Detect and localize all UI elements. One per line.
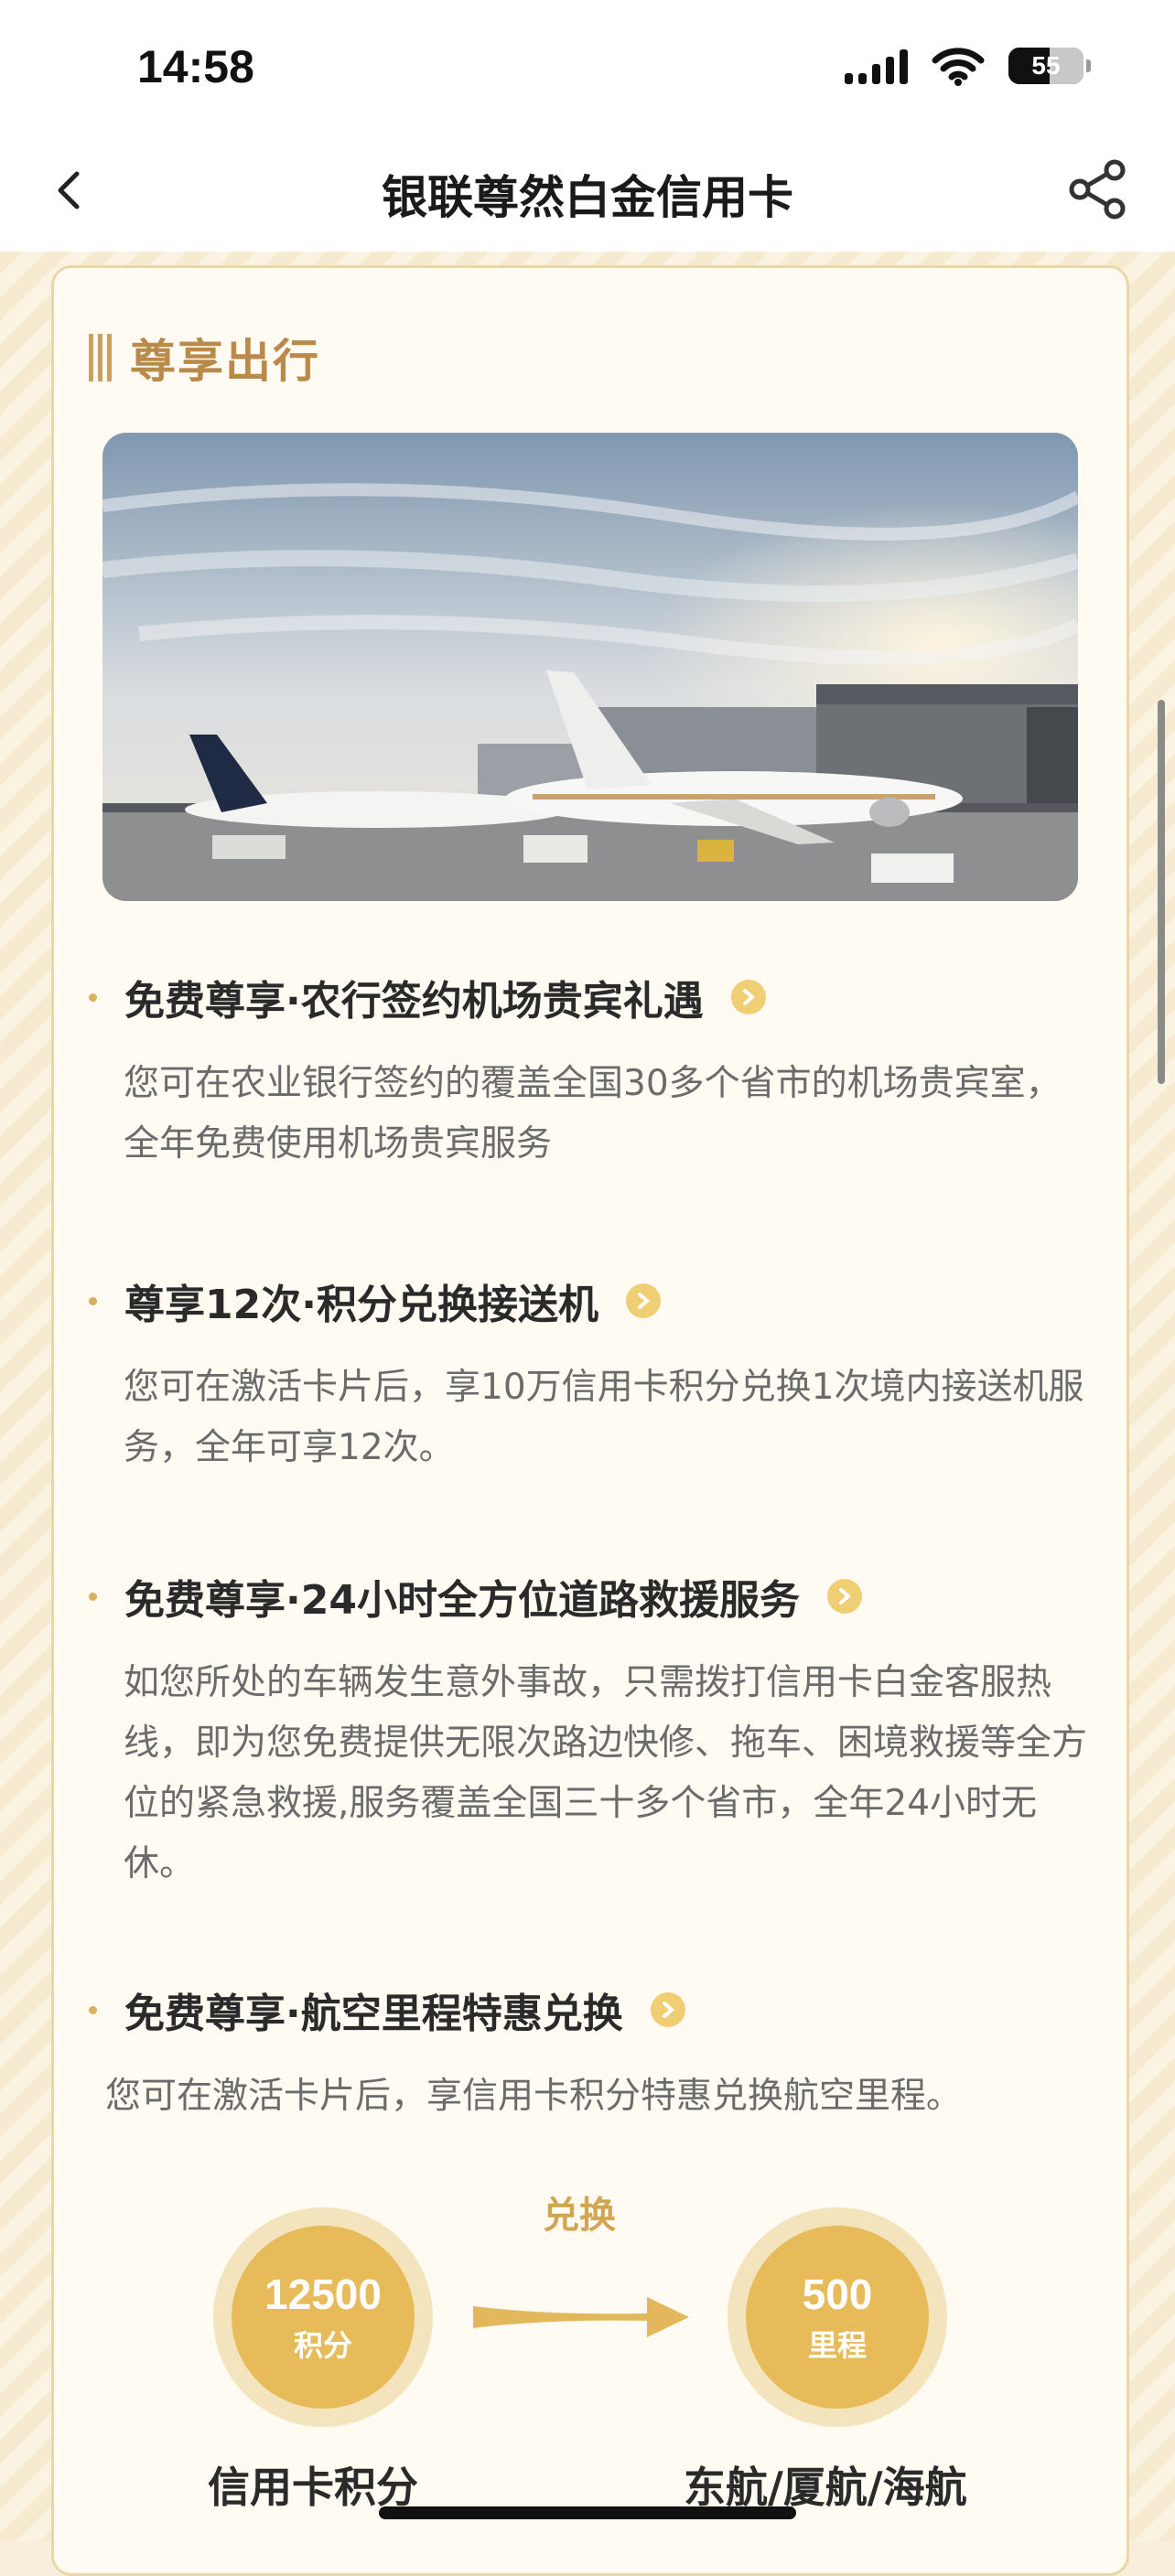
airport-photo bbox=[102, 433, 1078, 901]
nav-bar: 银联尊然白金信用卡 bbox=[0, 137, 1175, 252]
benefit-description: 如您所处的车辆发生意外事故，只需拨打信用卡白金客服热线，即为您免费提供无限次路边… bbox=[124, 1662, 1088, 1884]
miles-unit: 里程 bbox=[807, 2328, 867, 2363]
scrollbar[interactable] bbox=[1158, 700, 1165, 1084]
benefit-item: 免费尊享·24小时全方位道路救援服务 如您所处的车辆发生意外事故，只需拨打信用卡… bbox=[89, 1567, 1095, 1894]
page-title: 银联尊然白金信用卡 bbox=[382, 171, 793, 224]
benefit-description: 您可在激活卡片后，享10万信用卡积分兑换1次境内接送机服务，全年可享12次。 bbox=[124, 1367, 1084, 1468]
benefit-item: 尊享12次·积分兑换接送机 您可在激活卡片后，享10万信用卡积分兑换1次境内接送… bbox=[89, 1272, 1095, 1478]
benefit-description: 您可在农业银行签约的覆盖全国30多个省市的机场贵宾室，全年免费使用机场贵宾服务 bbox=[124, 1063, 1062, 1165]
benefit-item: 免费尊享·农行签约机场贵宾礼遇 您可在农业银行签约的覆盖全国30多个省市的机场贵… bbox=[89, 968, 1095, 1175]
bullet-dot bbox=[89, 2005, 97, 2014]
benefit-item-header[interactable]: 免费尊享·航空里程特惠兑换 bbox=[89, 1980, 1095, 2039]
exchange-label: 兑换 bbox=[543, 2195, 616, 2237]
status-bar: 14:58 55 bbox=[0, 0, 1175, 137]
points-value: 12500 bbox=[264, 2270, 382, 2318]
bullet-dot bbox=[89, 1592, 97, 1601]
arrow-right-icon bbox=[473, 2297, 689, 2337]
bullet-dot bbox=[89, 993, 97, 1002]
benefit-item-header[interactable]: 免费尊享·24小时全方位道路救援服务 bbox=[89, 1567, 1095, 1626]
benefit-item-header[interactable]: 尊享12次·积分兑换接送机 bbox=[89, 1272, 1095, 1330]
battery-level: 55 bbox=[1031, 51, 1061, 80]
battery-icon: 55 bbox=[1008, 48, 1091, 84]
chevron-right-icon[interactable] bbox=[625, 1283, 661, 1318]
privilege-card: 尊享出行 免费尊享·农行签约机场贵宾礼遇 您可在农业银行签约的覆盖全国30多个省… bbox=[51, 265, 1129, 2576]
section-header: 尊享出行 bbox=[89, 325, 320, 391]
benefit-title: 尊享12次·积分兑换接送机 bbox=[124, 1282, 598, 1328]
cellular-signal-icon bbox=[845, 48, 908, 84]
wifi-icon bbox=[932, 48, 985, 86]
chevron-right-icon[interactable] bbox=[826, 1579, 862, 1614]
benefit-title: 免费尊享·24小时全方位道路救援服务 bbox=[124, 1577, 800, 1624]
benefit-title: 免费尊享·航空里程特惠兑换 bbox=[124, 1991, 623, 2037]
status-time: 14:58 bbox=[137, 41, 254, 92]
home-indicator[interactable] bbox=[379, 2506, 796, 2519]
miles-coin: 500 里程 bbox=[728, 2207, 947, 2427]
chevron-right-icon[interactable] bbox=[730, 980, 766, 1014]
bullet-dot bbox=[89, 1296, 97, 1305]
share-icon[interactable] bbox=[1063, 156, 1131, 223]
benefit-item-header[interactable]: 免费尊享·农行签约机场贵宾礼遇 bbox=[89, 968, 1095, 1026]
benefit-title: 免费尊享·农行签约机场贵宾礼遇 bbox=[124, 978, 704, 1025]
points-unit: 积分 bbox=[293, 2328, 352, 2363]
benefit-item: 免费尊享·航空里程特惠兑换 您可在激活卡片后，享信用卡积分特惠兑换航空里程。 bbox=[89, 1980, 1095, 2127]
miles-value: 500 bbox=[802, 2270, 873, 2318]
benefit-description: 您可在激活卡片后，享信用卡积分特惠兑换航空里程。 bbox=[105, 2076, 963, 2117]
section-title: 尊享出行 bbox=[130, 335, 320, 388]
chevron-right-icon[interactable] bbox=[650, 1992, 685, 2027]
section-marker-icon bbox=[89, 334, 112, 381]
points-coin: 12500 积分 bbox=[213, 2207, 433, 2427]
status-icons: 55 bbox=[845, 42, 1091, 90]
